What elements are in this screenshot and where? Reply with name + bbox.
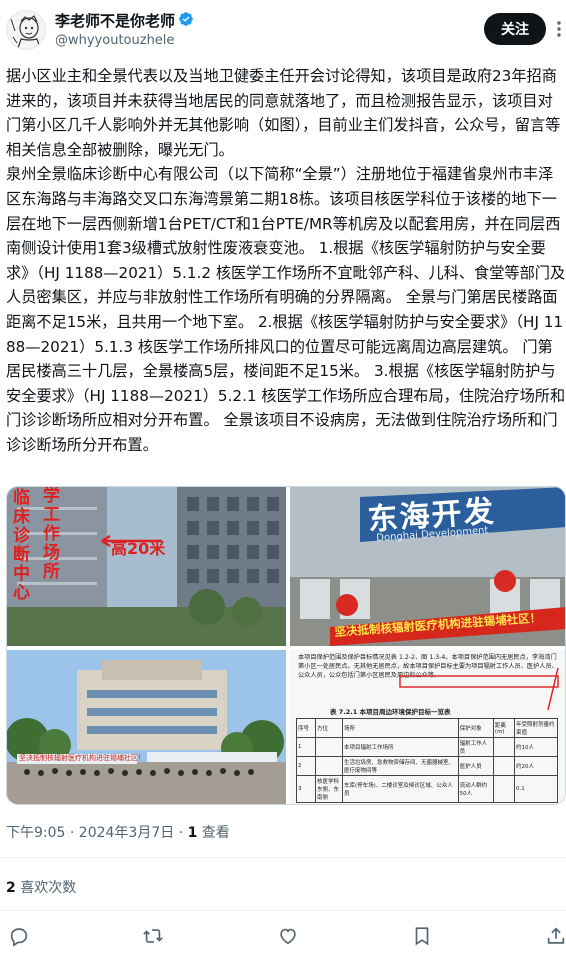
likes-label: 喜欢次数	[15, 880, 77, 896]
views-count: 1	[187, 825, 198, 841]
table-cell	[492, 737, 516, 757]
annotation-height-label: 高20米	[111, 539, 166, 558]
avatar-sketch-icon	[7, 11, 45, 49]
more-options-icon[interactable]	[553, 17, 565, 41]
views-label: 查看	[197, 825, 230, 841]
retweet-icon[interactable]	[142, 925, 164, 947]
table-cell: 1	[296, 737, 316, 757]
table-header-cell: 年受照射剂量约束值	[514, 718, 558, 738]
table-cell: 流动人群约50人	[457, 775, 494, 803]
tweet-meta: 下午9:05 · 2024年3月7日 · 1 查看	[6, 822, 230, 842]
follow-button[interactable]: 关注	[484, 13, 546, 45]
media-grid: 临床诊断中心 学工作场所 高20米 东海开发 Donghai Developme…	[6, 486, 566, 805]
photo-sign-banner[interactable]: 东海开发 Donghai Development 坚决抵制核辐射医疗机构进驻锡埔…	[290, 487, 565, 646]
divider	[0, 910, 566, 911]
reply-icon[interactable]	[8, 925, 30, 947]
author-avatar[interactable]	[6, 10, 46, 50]
author-name[interactable]: 李老师不是你老师	[55, 10, 175, 31]
table-cell: 核医学科 东侧、东南侧	[315, 775, 343, 803]
annotation-vertical-text: 临床诊断中心	[13, 488, 30, 603]
table-header-cell: 序号	[296, 718, 316, 738]
likes-count: 2	[6, 880, 16, 896]
table-cell: 约10人	[514, 737, 558, 757]
report-table: 序号 方位 场所 保护对象 距离(m) 年受照射剂量约束值 1 本项目辐射工作场…	[296, 718, 558, 803]
report-table-title: 表 7.2.1 本项目周边环境保护目标一览表	[330, 708, 451, 716]
table-cell: 约20人	[514, 756, 558, 776]
table-row: 2 生活垃圾房、急救物资储存间、无菌器械室、医疗废物间等 医护人员 约20人	[296, 756, 558, 776]
tweet-timestamp[interactable]: 下午9:05 · 2024年3月7日 ·	[6, 825, 188, 841]
table-cell: 2	[296, 756, 316, 776]
table-cell: 辐射工作人员	[457, 737, 494, 757]
table-cell	[492, 756, 516, 776]
author-handle[interactable]: @whyyoutouzhele	[55, 33, 174, 48]
likes-stat[interactable]: 2 喜欢次数	[6, 877, 76, 897]
table-row: 3 核医学科 东侧、东南侧 车库(停车场)、二楼诊室及候诊区域、公众人员 流动人…	[296, 775, 558, 803]
table-cell	[315, 756, 343, 776]
photo-building-annotated[interactable]: 临床诊断中心 学工作场所 高20米	[7, 487, 286, 646]
table-cell: 车库(停车场)、二楼诊室及候诊区域、公众人员	[342, 775, 459, 803]
table-header-cell: 距离(m)	[492, 718, 516, 738]
table-cell	[315, 737, 343, 757]
table-cell: 生活垃圾房、急救物资储存间、无菌器械室、医疗废物间等	[342, 756, 459, 776]
tweet-text: 据小区业主和全景代表以及当地卫健委主任开会讨论得知，该项目是政府23年招商进来的…	[6, 67, 566, 454]
table-header-cell: 场所	[342, 718, 459, 738]
table-cell	[492, 775, 516, 803]
photo-report-document[interactable]: 本项目保护范围及保护目标情况见表 1.2-2、图 1.3-4。本项目保护范围内无…	[290, 650, 565, 804]
table-header-cell: 保护对象	[457, 718, 494, 738]
protest-crowd-banner-text: 坚决抵制核辐射医疗机构进驻锡埔社区！	[19, 754, 145, 762]
table-header-cell: 方位	[315, 718, 343, 738]
table-cell: 0.1	[514, 775, 558, 803]
table-row: 1 本项目辐射工作场所 辐射工作人员 约10人	[296, 737, 558, 757]
verified-badge-icon	[179, 12, 193, 26]
bookmark-icon[interactable]	[411, 925, 433, 947]
table-cell: 本项目辐射工作场所	[342, 737, 459, 757]
table-cell: 3	[296, 775, 316, 803]
like-heart-icon[interactable]	[277, 925, 299, 947]
share-icon[interactable]	[545, 925, 566, 947]
table-cell: 医护人员	[457, 756, 494, 776]
photo-protest-crowd[interactable]: 坚决抵制核辐射医疗机构进驻锡埔社区！	[7, 650, 286, 804]
table-header-row: 序号 方位 场所 保护对象 距离(m) 年受照射剂量约束值	[296, 718, 558, 738]
divider	[0, 857, 566, 858]
protest-photo-graphic	[7, 650, 286, 804]
tweet-header: 李老师不是你老师 @whyyoutouzhele 关注	[0, 0, 566, 62]
annotation-vertical-text-2: 学工作场所	[43, 487, 60, 582]
